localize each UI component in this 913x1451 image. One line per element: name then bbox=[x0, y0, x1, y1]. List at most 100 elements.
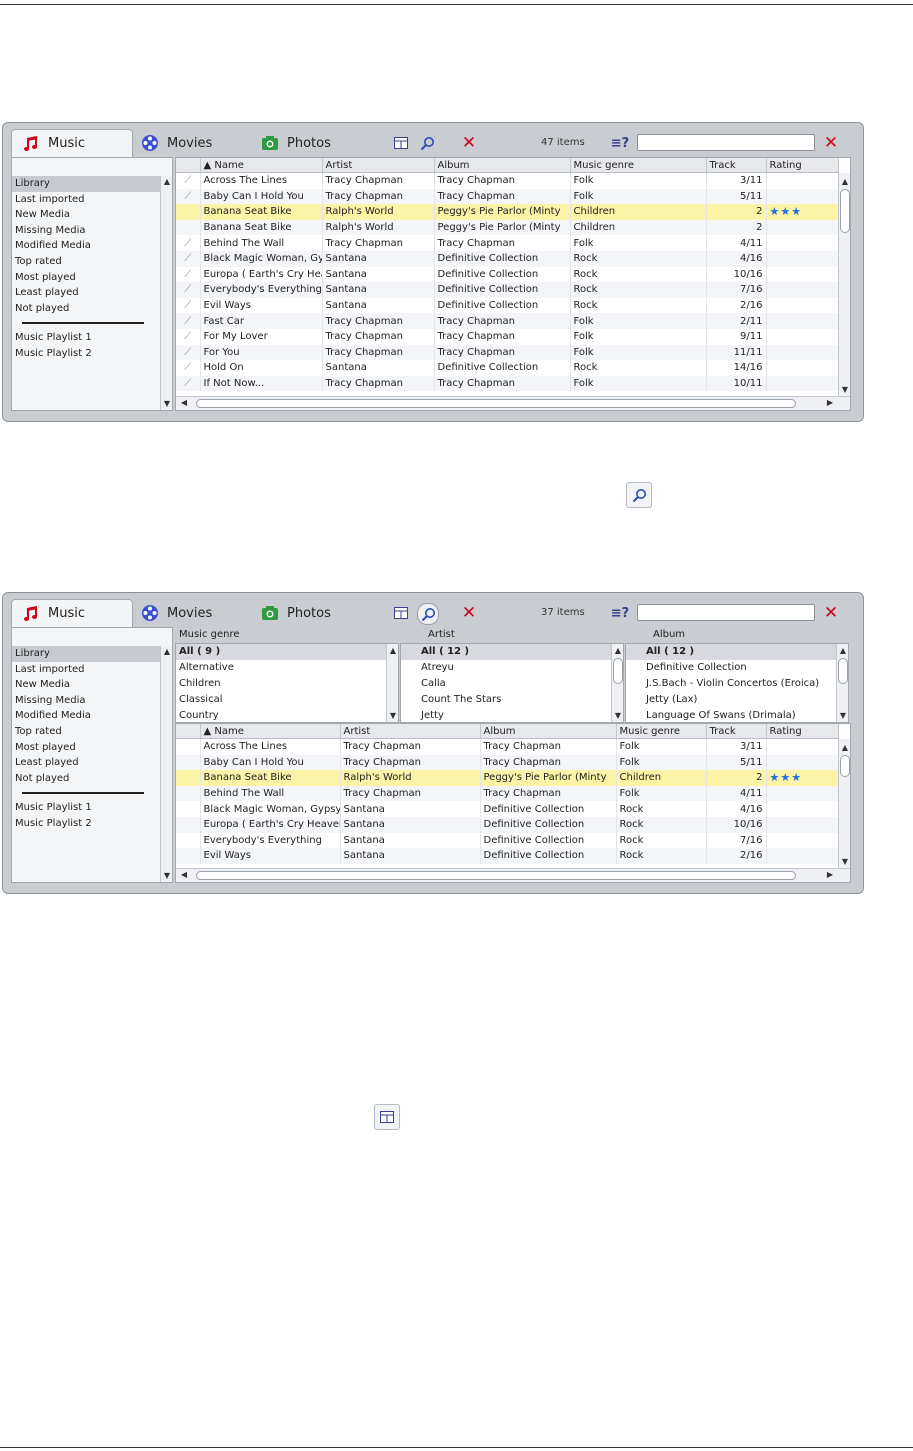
hscroll-thumb[interactable] bbox=[196, 399, 796, 408]
cell-rating[interactable] bbox=[766, 848, 839, 864]
tab-photos[interactable]: Photos bbox=[259, 599, 359, 627]
filter-item[interactable]: Definitive Collection bbox=[626, 660, 848, 676]
scroll-down-arrow[interactable]: ▼ bbox=[837, 711, 848, 720]
cell-rating[interactable] bbox=[766, 816, 839, 833]
filter-item[interactable]: J.S.Bach - Violin Concertos (Eroica) bbox=[626, 676, 848, 692]
cell-rating[interactable] bbox=[766, 266, 839, 283]
tab-movies[interactable]: Movies bbox=[139, 599, 239, 627]
scroll-down-arrow[interactable]: ▼ bbox=[161, 871, 173, 880]
table-row[interactable]: ⟋ Everybody's Everything Santana Definitive… bbox=[176, 282, 839, 298]
table-row[interactable]: Across The Lines Tracy Chapman Tracy Chapm… bbox=[176, 738, 839, 755]
sidebar-scrollbar[interactable]: ▲ ▼ bbox=[160, 646, 172, 882]
sidebar-item-least-played[interactable]: Least played bbox=[12, 755, 162, 771]
search-icon[interactable] bbox=[417, 603, 439, 625]
sidebar-item-new-media[interactable]: New Media bbox=[12, 207, 162, 223]
cell-rating[interactable] bbox=[766, 297, 839, 314]
table-row[interactable]: Baby Can I Hold You Tracy Chapman Tracy Ch… bbox=[176, 754, 839, 771]
scroll-down-arrow[interactable]: ▼ bbox=[839, 385, 850, 394]
cell-rating[interactable] bbox=[766, 801, 839, 817]
col-rating[interactable]: Rating bbox=[766, 724, 839, 739]
sidebar-scrollbar[interactable]: ▲ ▼ bbox=[160, 176, 172, 410]
scroll-up-arrow[interactable]: ▲ bbox=[612, 646, 623, 655]
col-rating[interactable]: Rating bbox=[766, 158, 839, 173]
list-vscrollbar[interactable]: ▲ ▼ bbox=[838, 739, 850, 868]
table-row[interactable]: ⟋Europa ( Earth's Cry Heaven's Smile )Sa… bbox=[176, 266, 839, 283]
sidebar-item-least-played[interactable]: Least played bbox=[12, 285, 162, 301]
scroll-left-arrow[interactable]: ◀ bbox=[178, 398, 190, 407]
sidebar-item-top-rated[interactable]: Top rated bbox=[12, 254, 162, 270]
scroll-up-arrow[interactable]: ▲ bbox=[837, 646, 848, 655]
close-icon[interactable]: ✕ bbox=[459, 603, 479, 623]
cell-rating[interactable] bbox=[766, 219, 839, 236]
list-vscrollbar[interactable]: ▲ ▼ bbox=[838, 173, 850, 396]
filter-item[interactable]: Alternative bbox=[176, 660, 398, 676]
filter-help-icon[interactable]: ≡? bbox=[607, 133, 633, 153]
col-track[interactable]: Track bbox=[706, 158, 767, 173]
filter-item[interactable]: Language Of Swans (Drimala) bbox=[626, 708, 848, 722]
table-row[interactable]: Banana Seat Bike Ralph's World Peggy's Pie… bbox=[176, 770, 839, 786]
scroll-down-arrow[interactable]: ▼ bbox=[839, 857, 850, 866]
filter-item[interactable]: Classical bbox=[176, 692, 398, 708]
cell-rating[interactable] bbox=[766, 344, 839, 361]
cell-rating[interactable] bbox=[766, 172, 839, 189]
cell-rating[interactable] bbox=[766, 282, 839, 298]
search-icon[interactable] bbox=[417, 133, 437, 153]
cell-rating[interactable] bbox=[766, 328, 839, 345]
scroll-up-arrow[interactable]: ▲ bbox=[387, 646, 398, 655]
cell-rating[interactable] bbox=[766, 313, 839, 329]
cell-rating[interactable]: ★★★ bbox=[766, 770, 839, 786]
sidebar-item-last-imported[interactable]: Last imported bbox=[12, 662, 162, 678]
filter-item[interactable]: Jetty (Lax) bbox=[626, 692, 848, 708]
clear-search-icon[interactable]: ✕ bbox=[821, 133, 841, 153]
sidebar-item-missing-media[interactable]: Missing Media bbox=[12, 693, 162, 709]
cell-rating[interactable] bbox=[766, 785, 839, 802]
filter-scrollbar[interactable]: ▲ ▼ bbox=[386, 644, 398, 722]
table-row[interactable]: ⟋ Behind The Wall Tracy Chapman Tracy Chapm… bbox=[176, 235, 839, 251]
sidebar-item-playlist[interactable]: Music Playlist 1 bbox=[12, 330, 162, 346]
table-row[interactable]: ⟋ Evil Ways Santana Definitive Collection Ro… bbox=[176, 297, 839, 314]
tab-music[interactable]: Music bbox=[11, 129, 133, 157]
cell-rating[interactable] bbox=[766, 250, 839, 267]
filter-item[interactable]: Count The Stars bbox=[401, 692, 623, 708]
table-row[interactable]: Black Magic Woman, Gypsy QueenSantanaDef… bbox=[176, 801, 839, 817]
sidebar-item-not-played[interactable]: Not played bbox=[12, 301, 162, 317]
scroll-right-arrow[interactable]: ▶ bbox=[824, 398, 836, 407]
cell-rating[interactable] bbox=[766, 375, 839, 392]
sidebar-item-playlist[interactable]: Music Playlist 2 bbox=[12, 346, 162, 362]
scroll-down-arrow[interactable]: ▼ bbox=[612, 711, 623, 720]
table-row[interactable]: ⟋ Fast Car Tracy Chapman Tracy Chapman Folk 2… bbox=[176, 313, 839, 329]
scroll-left-arrow[interactable]: ◀ bbox=[178, 870, 190, 879]
sidebar-item-last-imported[interactable]: Last imported bbox=[12, 192, 162, 208]
table-row[interactable]: Banana Seat Bike Ralph's World Peggy's Pie… bbox=[176, 204, 839, 220]
scroll-thumb[interactable] bbox=[840, 189, 850, 233]
rating-stars-icon[interactable]: ★★★ bbox=[770, 205, 803, 218]
filter-scrollbar[interactable]: ▲ ▼ bbox=[611, 644, 623, 722]
rating-stars-icon[interactable]: ★★★ bbox=[770, 771, 803, 784]
table-row[interactable]: ⟋ Hold On Santana Definitive Collection Rock… bbox=[176, 360, 839, 376]
filter-item[interactable]: All ( 12 ) bbox=[401, 644, 623, 660]
col-name[interactable]: ▲ Name bbox=[200, 724, 341, 739]
sidebar-item-not-played[interactable]: Not played bbox=[12, 771, 162, 787]
search-input[interactable] bbox=[637, 604, 815, 621]
scroll-down-arrow[interactable]: ▼ bbox=[387, 711, 398, 720]
list-hscrollbar[interactable]: ◀ ▶ bbox=[176, 396, 850, 410]
scroll-thumb[interactable] bbox=[613, 658, 623, 684]
cell-rating[interactable] bbox=[766, 754, 839, 771]
scroll-down-arrow[interactable]: ▼ bbox=[161, 399, 173, 408]
table-row[interactable]: ⟋ If Not Now... Tracy Chapman Tracy Chapman… bbox=[176, 375, 839, 392]
col-artist[interactable]: Artist bbox=[322, 158, 435, 173]
scroll-thumb[interactable] bbox=[840, 755, 850, 777]
table-row[interactable]: ⟋Black Magic Woman, Gypsy QueenSantanaDe… bbox=[176, 250, 839, 267]
col-genre[interactable]: Music genre bbox=[616, 724, 707, 739]
filter-scrollbar[interactable]: ▲ ▼ bbox=[836, 644, 848, 722]
tab-movies[interactable]: Movies bbox=[139, 129, 239, 157]
filter-help-icon[interactable]: ≡? bbox=[607, 603, 633, 623]
table-row[interactable]: ⟋ For You Tracy Chapman Tracy Chapman Folk 11… bbox=[176, 344, 839, 361]
col-artist[interactable]: Artist bbox=[340, 724, 481, 739]
sidebar-item-most-played[interactable]: Most played bbox=[12, 740, 162, 756]
sidebar-item-library[interactable]: Library bbox=[12, 646, 162, 662]
filter-item[interactable]: Jetty bbox=[401, 708, 623, 722]
filter-item[interactable]: Children bbox=[176, 676, 398, 692]
tab-photos[interactable]: Photos bbox=[259, 129, 359, 157]
scroll-thumb[interactable] bbox=[838, 658, 848, 684]
